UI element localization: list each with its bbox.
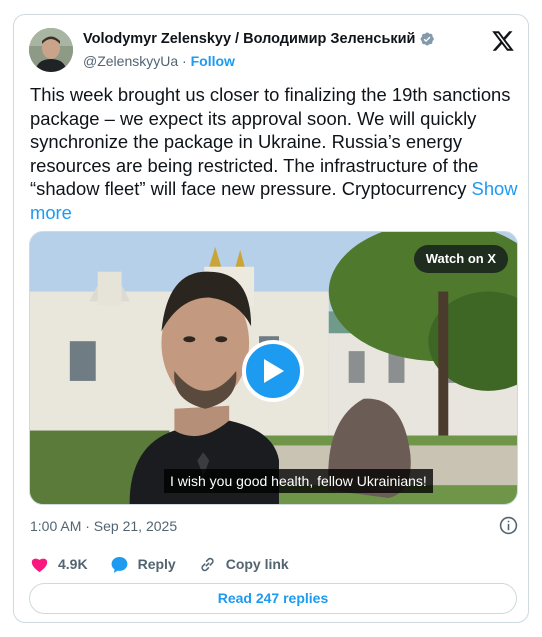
reply-button[interactable]: Reply xyxy=(110,555,176,574)
like-count: 4.9K xyxy=(58,556,88,572)
verified-badge-icon xyxy=(421,32,435,46)
like-button[interactable]: 4.9K xyxy=(30,555,88,574)
watch-on-x-button[interactable]: Watch on X xyxy=(413,245,508,273)
handle-separator: · xyxy=(182,53,187,69)
follow-button[interactable]: Follow xyxy=(191,53,235,69)
reply-bubble-icon xyxy=(111,556,127,573)
info-icon[interactable] xyxy=(499,516,518,535)
link-icon xyxy=(201,557,214,571)
play-button[interactable] xyxy=(242,340,304,402)
author-handle[interactable]: @ZelenskyyUa xyxy=(83,53,178,69)
author-display-name[interactable]: Volodymyr Zelenskyy / Володимир Зеленськ… xyxy=(83,31,415,47)
tweet-body: This week brought us closer to finalizin… xyxy=(30,84,511,200)
copy-link-label: Copy link xyxy=(225,556,289,572)
video-player[interactable]: Watch on X I wish you good health, fello… xyxy=(29,231,518,505)
author-name-row[interactable]: Volodymyr Zelenskyy / Володимир Зеленськ… xyxy=(83,31,435,47)
tweet-card: Volodymyr Zelenskyy / Володимир Зеленськ… xyxy=(13,14,529,623)
x-logo-icon[interactable] xyxy=(491,29,515,53)
timestamp[interactable]: 1:00 AM · Sep 21, 2025 xyxy=(30,518,177,534)
avatar-image xyxy=(29,28,73,72)
tweet-text: This week brought us closer to finalizin… xyxy=(30,83,518,225)
copy-link-button[interactable]: Copy link xyxy=(198,555,289,574)
avatar[interactable] xyxy=(29,28,73,72)
action-bar: 4.9K Reply Copy link xyxy=(30,552,311,576)
heart-icon xyxy=(31,558,48,572)
reply-label: Reply xyxy=(137,556,176,572)
read-replies-button[interactable]: Read 247 replies xyxy=(29,583,517,614)
video-caption: I wish you good health, fellow Ukrainian… xyxy=(164,469,433,493)
play-icon xyxy=(264,359,284,383)
tweet-meta: 1:00 AM · Sep 21, 2025 xyxy=(30,516,518,536)
author-handle-row: @ZelenskyyUa · Follow xyxy=(83,53,235,69)
